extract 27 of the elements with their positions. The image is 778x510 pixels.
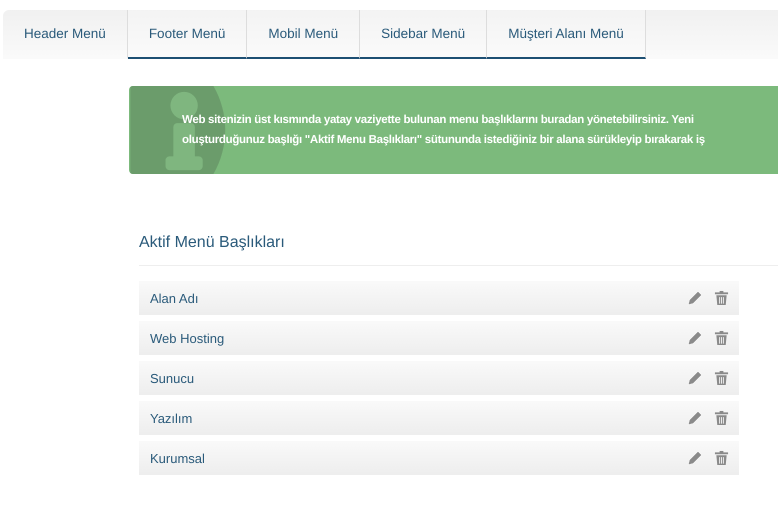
pencil-icon[interactable]: [687, 370, 703, 386]
pencil-icon[interactable]: [687, 330, 703, 346]
tab[interactable]: Sidebar Menü: [360, 10, 488, 59]
menu-item-label: Sunucu: [150, 370, 194, 386]
trash-icon[interactable]: [714, 450, 729, 466]
menu-item-label: Yazılım: [150, 410, 192, 426]
menu-item-row[interactable]: Kurumsal: [139, 441, 739, 475]
menu-item-row[interactable]: Web Hosting: [139, 321, 739, 355]
pencil-icon[interactable]: [687, 290, 703, 306]
tab[interactable]: Footer Menü: [128, 10, 248, 59]
trash-icon[interactable]: [714, 370, 729, 386]
trash-icon[interactable]: [714, 290, 729, 306]
tab[interactable]: Mobil Menü: [247, 10, 360, 59]
pencil-icon[interactable]: [687, 410, 703, 426]
tab[interactable]: Müşteri Alanı Menü: [487, 10, 646, 59]
menu-item-row[interactable]: Sunucu: [139, 361, 739, 395]
menu-item-label: Kurumsal: [150, 450, 205, 466]
trash-icon[interactable]: [714, 410, 729, 426]
menu-item-row[interactable]: Yazılım: [139, 401, 739, 435]
section-title: Aktif Menü Başlıkları: [139, 234, 778, 266]
menu-item-row[interactable]: Alan Adı: [139, 281, 739, 315]
menu-item-label: Web Hosting: [150, 330, 224, 346]
notice-text: oluşturduğunuz başlığı "Aktif Menu Başlıkları" sütununda istediğiniz bir alana sürükleyip bırakarak iş: [182, 134, 705, 146]
trash-icon[interactable]: [714, 330, 729, 346]
notice-text: Web sitenizin üst kısmında yatay vaziyette bulunan menu başlıklarını buradan yönetebilirsiniz. Yeni: [182, 114, 695, 126]
menu-item-label: Alan Adı: [150, 290, 198, 306]
pencil-icon[interactable]: [687, 450, 703, 466]
